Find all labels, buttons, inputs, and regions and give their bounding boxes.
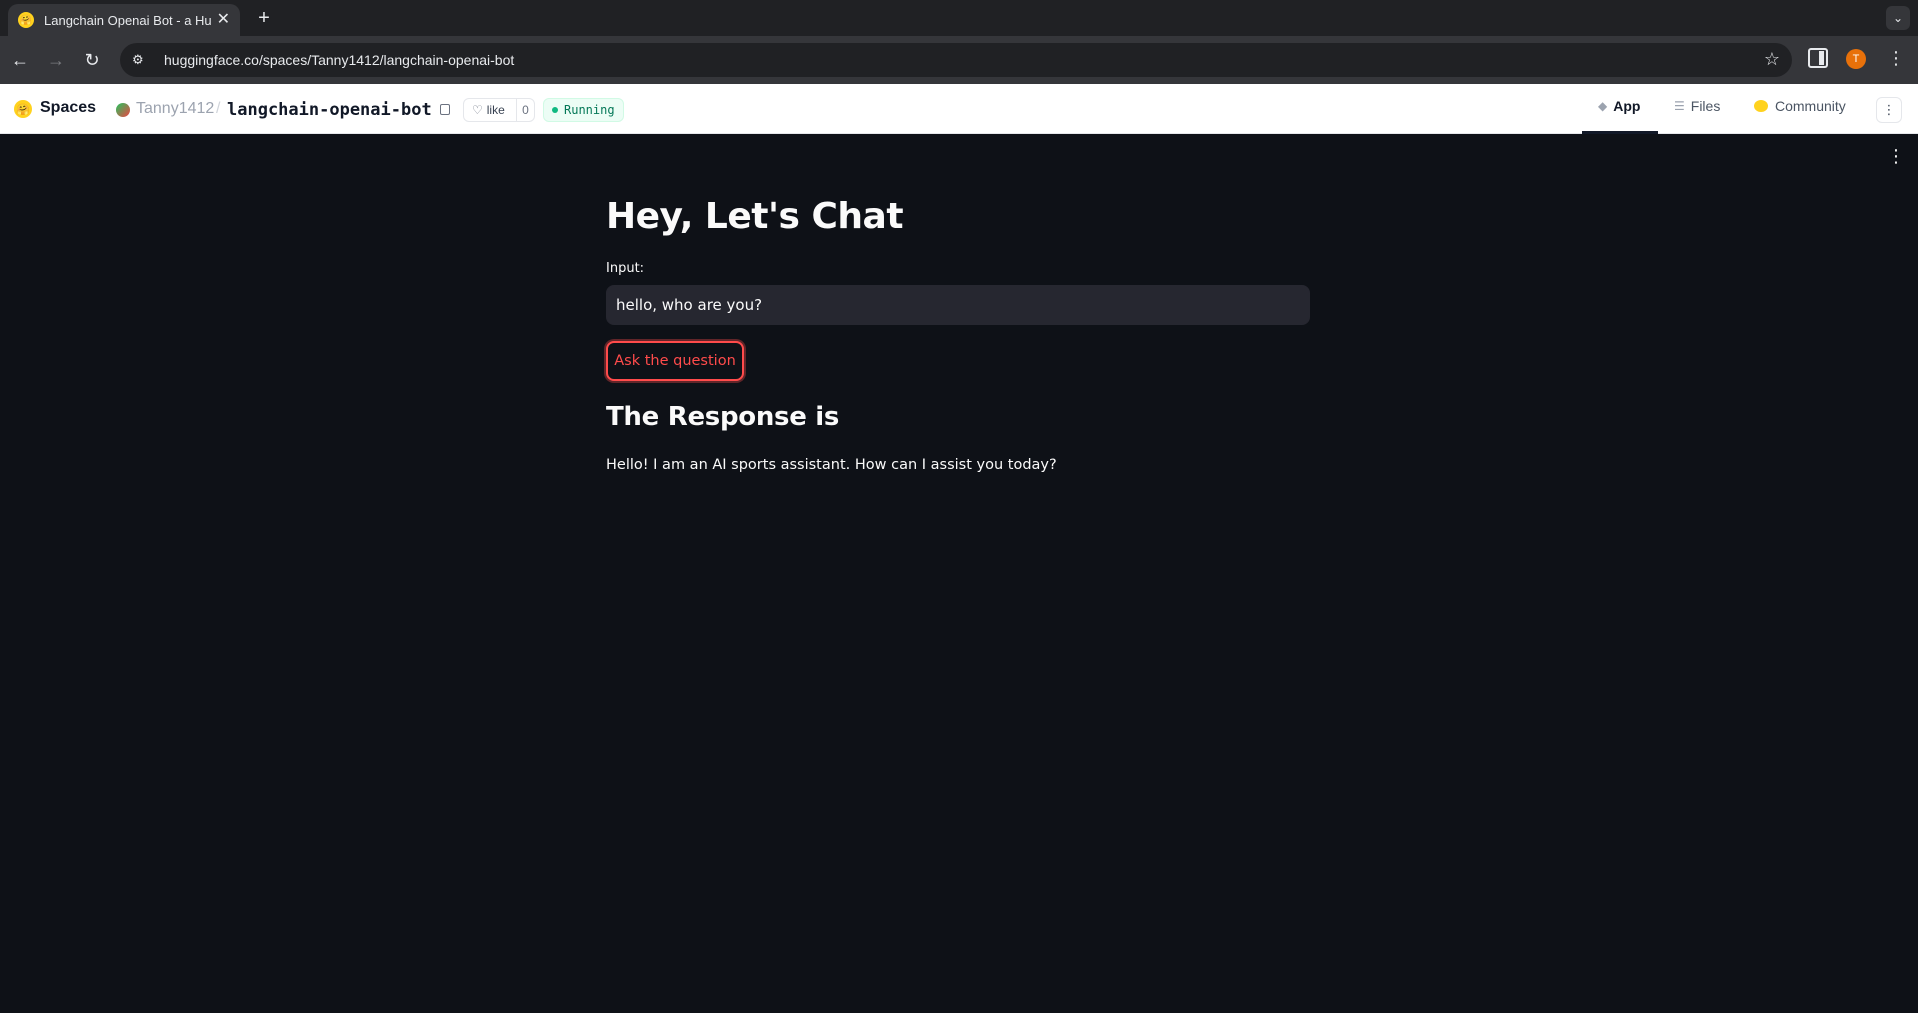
back-button[interactable]: ←	[8, 48, 32, 72]
browser-menu-icon[interactable]: ⋮	[1886, 48, 1906, 69]
ask-question-button[interactable]: Ask the question	[606, 341, 744, 381]
path-separator: /	[216, 100, 221, 117]
tab-app-label: App	[1613, 98, 1641, 114]
address-bar[interactable]: ⚙ huggingface.co/spaces/Tanny1412/langch…	[120, 43, 1792, 77]
cube-icon: ◆	[1598, 99, 1608, 113]
files-icon: ☰	[1674, 99, 1685, 113]
community-icon	[1754, 100, 1768, 112]
status-dot-icon	[552, 107, 558, 113]
side-panel-icon[interactable]	[1808, 48, 1828, 68]
tab-community[interactable]: Community	[1754, 98, 1846, 114]
url-text[interactable]: huggingface.co/spaces/Tanny1412/langchai…	[164, 52, 514, 68]
huggingface-logo-icon[interactable]: 🤗	[14, 100, 32, 118]
owner-link[interactable]: Tanny1412	[136, 100, 214, 118]
copy-icon[interactable]	[440, 104, 450, 115]
question-input[interactable]	[606, 285, 1310, 325]
hf-header: 🤗 Spaces Tanny1412 / langchain-openai-bo…	[0, 84, 1918, 134]
owner-avatar	[116, 103, 130, 117]
close-tab-icon[interactable]: ✕	[217, 12, 230, 28]
bookmark-star-icon[interactable]: ☆	[1764, 49, 1780, 70]
like-label: like	[486, 103, 505, 117]
response-text: Hello! I am an AI sports assistant. How …	[606, 457, 1057, 473]
tab-community-label: Community	[1775, 98, 1846, 114]
tab-app[interactable]: ◆ App	[1598, 98, 1640, 114]
tab-files[interactable]: ☰ Files	[1674, 98, 1720, 114]
reload-button[interactable]: ↻	[80, 48, 104, 72]
status-label: Running	[564, 103, 615, 117]
status-badge[interactable]: Running	[543, 98, 624, 122]
spaces-link[interactable]: Spaces	[40, 99, 96, 117]
heart-icon: ♡	[472, 103, 483, 117]
browser-toolbar: ← → ↻ ⚙ huggingface.co/spaces/Tanny1412/…	[0, 36, 1918, 84]
browser-tab-bar: 🤗 Langchain Openai Bot - a Hug ✕ + ⌄	[0, 0, 1918, 36]
input-label: Input:	[606, 261, 645, 276]
like-button[interactable]: ♡ like 0	[463, 98, 535, 122]
browser-tab[interactable]: 🤗 Langchain Openai Bot - a Hug ✕	[8, 4, 240, 36]
tab-title: Langchain Openai Bot - a Hug	[44, 12, 211, 28]
tab-search-button[interactable]: ⌄	[1886, 6, 1910, 30]
site-info-icon[interactable]: ⚙	[132, 52, 152, 68]
like-count[interactable]: 0	[516, 99, 534, 121]
more-options-button[interactable]: ⋮	[1876, 97, 1902, 123]
huggingface-favicon-icon: 🤗	[18, 12, 34, 28]
new-tab-button[interactable]: +	[252, 6, 276, 30]
profile-avatar[interactable]: T	[1846, 49, 1866, 69]
page-title: Hey, Let's Chat	[606, 196, 904, 237]
app-menu-icon[interactable]: ⋮	[1886, 146, 1906, 167]
repo-name-link[interactable]: langchain-openai-bot	[227, 100, 432, 120]
tab-files-label: Files	[1690, 98, 1721, 114]
forward-button[interactable]: →	[44, 48, 68, 72]
app-container: ⋮ Hey, Let's Chat Input: Ask the questio…	[0, 134, 1918, 1013]
response-heading: The Response is	[606, 402, 840, 432]
